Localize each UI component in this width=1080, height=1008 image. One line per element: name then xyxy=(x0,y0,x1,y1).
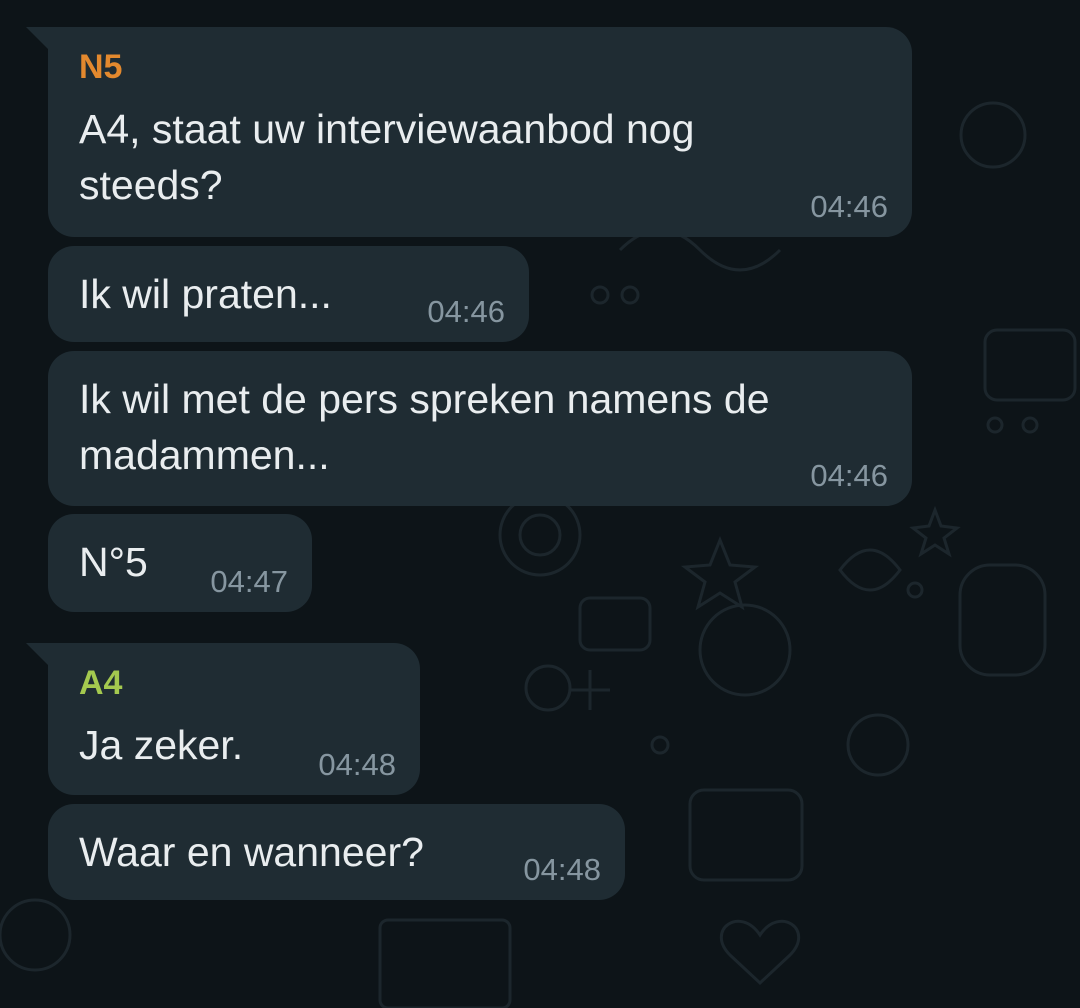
message-timestamp: 04:47 xyxy=(210,564,288,599)
message-text-line: steeds? xyxy=(79,162,223,208)
message-text-line: Ja zeker. xyxy=(79,722,244,768)
message-text-line: Ik wil praten... xyxy=(79,271,332,317)
message-bubble[interactable]: N°5 04:47 xyxy=(48,514,312,612)
message-bubble[interactable]: Waar en wanneer? 04:48 xyxy=(48,804,625,900)
message-text-line: N°5 xyxy=(79,539,148,585)
message-bubble[interactable]: Ik wil met de pers spreken namens de mad… xyxy=(48,351,912,506)
bubble-tail xyxy=(26,643,48,665)
message-timestamp: 04:46 xyxy=(810,189,888,224)
message-text-line: madammen... xyxy=(79,432,330,478)
message-timestamp: 04:48 xyxy=(523,852,601,887)
sender-name[interactable]: A4 xyxy=(79,661,122,705)
message-timestamp: 04:48 xyxy=(318,747,396,782)
message-timestamp: 04:46 xyxy=(810,458,888,493)
bubble-tail xyxy=(26,27,48,49)
message-bubble[interactable]: N5 A4, staat uw interviewaanbod nog stee… xyxy=(26,27,912,237)
message-timestamp: 04:46 xyxy=(427,294,505,329)
message-bubble[interactable]: A4 Ja zeker. 04:48 xyxy=(26,643,420,795)
message-text-line: Waar en wanneer? xyxy=(79,829,424,875)
message-text-line: Ik wil met de pers spreken namens de xyxy=(79,376,770,422)
message-bubble[interactable]: Ik wil praten... 04:46 xyxy=(48,246,529,342)
sender-name[interactable]: N5 xyxy=(79,45,122,89)
message-text-line: A4, staat uw interviewaanbod nog xyxy=(79,106,695,152)
chat-message-list[interactable]: N5 A4, staat uw interviewaanbod nog stee… xyxy=(0,0,1080,1008)
